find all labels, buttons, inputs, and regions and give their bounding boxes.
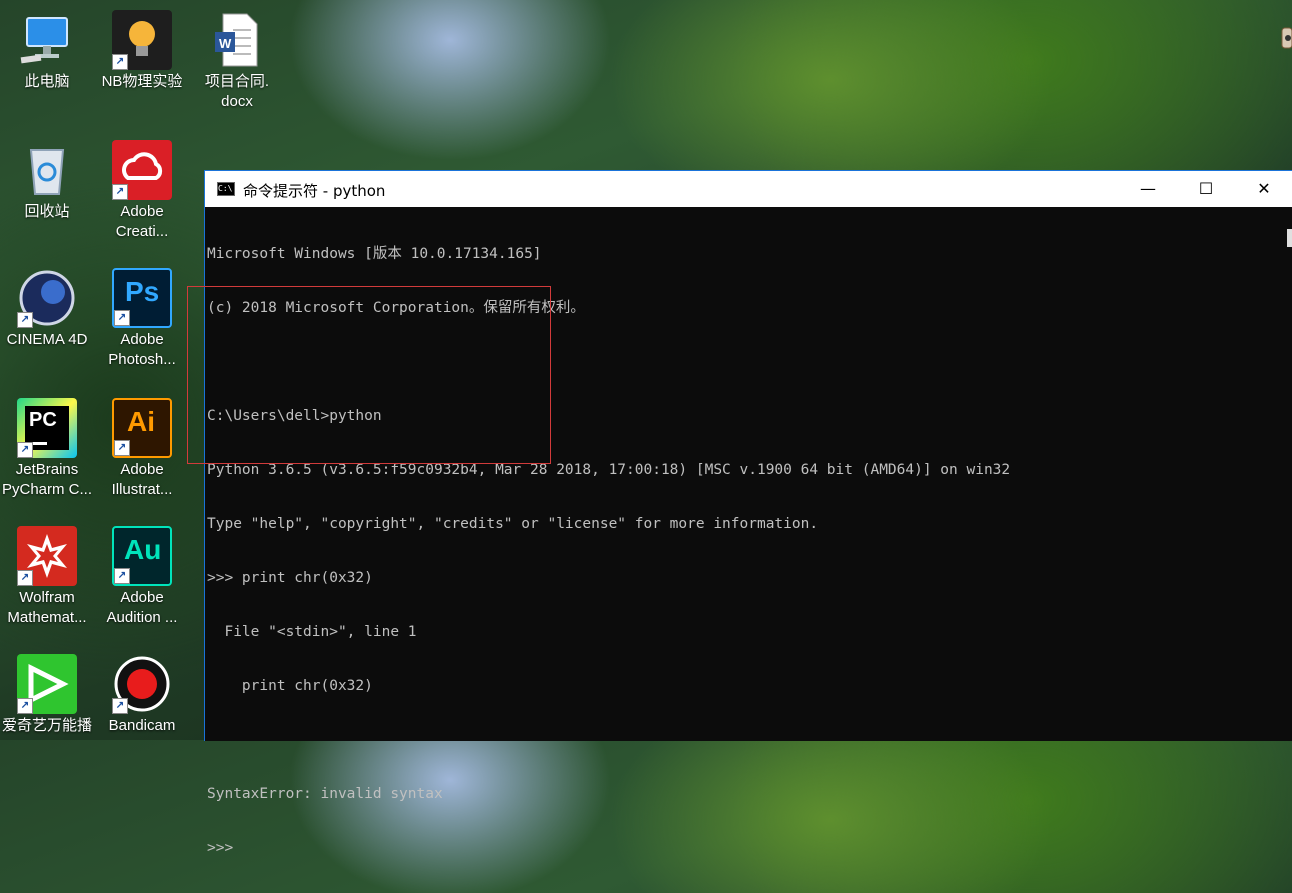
icon-label: CINEMA 4D [6,331,88,348]
icon-label-line2: Photosh... [108,351,176,368]
illustrator-glyph: Ai [127,406,155,437]
icon-label: Adobe [120,331,164,348]
console-line: Type "help", "copyright", "credits" or "… [207,516,819,532]
desktop-icon-nb[interactable]: ↗ NB物理实验 [97,10,187,92]
desktop-icon-pycharm[interactable]: PC ↗ JetBrains PyCharm C... [2,398,92,500]
shortcut-arrow-icon: ↗ [17,698,33,714]
desktop-icon-this-pc[interactable]: 此电脑 [2,10,92,92]
audition-glyph: Au [124,534,162,565]
shortcut-arrow-icon: ↗ [114,310,130,326]
console-line: C:\Users\dell>python [207,408,382,424]
console-line: print chr(0x32) [207,678,373,694]
cinema-4d-icon: ↗ [17,268,77,328]
iqiyi-icon: ↗ [17,654,77,714]
desktop-icon-illustrator[interactable]: Ai ↗ Adobe Illustrat... [97,398,187,500]
photoshop-glyph: Ps [125,276,160,307]
console-line: Python 3.6.5 (v3.6.5:f59c0932b4, Mar 28 … [207,462,1011,478]
shortcut-arrow-icon: ↗ [114,440,130,456]
desktop-icon-bandicam[interactable]: ↗ Bandicam [97,654,187,736]
wolfram-icon: ↗ [17,526,77,586]
icon-label: Wolfram [19,589,75,606]
icon-label: Adobe [120,203,164,220]
creative-cloud-icon: ↗ [112,140,172,200]
console-output[interactable]: Microsoft Windows [版本 10.0.17134.165] (c… [205,207,1285,856]
desktop-icon-recycle-bin[interactable]: 回收站 [2,140,92,222]
shortcut-arrow-icon: ↗ [112,54,128,70]
icon-label: NB物理实验 [101,73,183,90]
icon-label-line2: Creati... [115,223,169,240]
icon-label: Adobe [120,589,164,606]
icon-label-line2: Illustrat... [111,481,173,498]
desktop-icon-wolfram[interactable]: ↗ Wolfram Mathemat... [2,526,92,628]
shortcut-arrow-icon: ↗ [114,568,130,584]
shortcut-arrow-icon: ↗ [112,184,128,200]
pycharm-icon: PC ↗ [17,398,77,458]
shortcut-arrow-icon: ↗ [17,442,33,458]
photoshop-icon: Ps ↗ [112,268,172,328]
icon-label: 项目合同. [204,73,270,90]
desktop-icon-adobe-cc[interactable]: ↗ Adobe Creati... [97,140,187,242]
audition-icon: Au ↗ [112,526,172,586]
icon-label-line2: PyCharm C... [2,481,93,498]
pycharm-glyph: PC [29,409,57,431]
minimize-button[interactable]: — [1119,171,1177,207]
shortcut-arrow-icon: ↗ [17,570,33,586]
computer-icon [17,10,77,70]
icon-label-line2: Audition ... [106,609,178,626]
maximize-button[interactable]: ☐ [1177,171,1235,207]
console-line: File "<stdin>", line 1 [207,624,417,640]
desktop-icon-word-doc[interactable]: W 项目合同. docx [192,10,282,112]
recycle-bin-icon [17,140,77,200]
console-line: >>> print chr(0x32) [207,570,373,586]
icon-label: 爱奇艺万能播 [2,717,93,734]
illustrator-icon: Ai ↗ [112,398,172,458]
icon-label: Bandicam [108,717,176,734]
word-document-icon: W [207,10,267,70]
word-glyph: W [219,36,232,51]
desktop-icon-iqiyi[interactable]: ↗ 爱奇艺万能播 [2,654,92,736]
minimize-icon: — [1140,179,1156,198]
icon-label-line2: Mathemat... [7,609,87,626]
console-scrollbar[interactable] [1285,207,1292,741]
window-title-bar[interactable]: C:\ 命令提示符 - python — ☐ ✕ [205,171,1292,207]
console-prompt[interactable]: >>> [207,839,1285,857]
icon-label: 此电脑 [24,73,70,90]
shortcut-arrow-icon: ↗ [112,698,128,714]
icon-label: 回收站 [24,203,70,220]
console-window[interactable]: C:\ 命令提示符 - python — ☐ ✕ Microsoft Windo… [204,170,1292,856]
desktop-icon-audition[interactable]: Au ↗ Adobe Audition ... [97,526,187,628]
console-line: (c) 2018 Microsoft Corporation。保留所有权利。 [207,300,585,316]
icon-label-line2: docx [221,93,253,110]
desktop-icon-photoshop[interactable]: Ps ↗ Adobe Photosh... [97,268,187,370]
lightbulb-icon: ↗ [112,10,172,70]
desktop-edge-icon [1278,0,1292,60]
window-title: 命令提示符 - python [243,182,386,200]
shortcut-arrow-icon: ↗ [17,312,33,328]
maximize-icon: ☐ [1198,179,1214,198]
record-icon: ↗ [112,654,172,714]
console-line: Microsoft Windows [版本 10.0.17134.165] [207,246,542,262]
icon-label: JetBrains [15,461,79,478]
icon-label: Adobe [120,461,164,478]
scrollbar-thumb[interactable] [1287,229,1292,247]
desktop-icon-cinema-4d[interactable]: ↗ CINEMA 4D [2,268,92,350]
cmd-icon: C:\ [217,182,235,196]
close-button[interactable]: ✕ [1235,171,1292,207]
close-icon: ✕ [1257,179,1271,198]
console-line: SyntaxError: invalid syntax [207,786,443,802]
